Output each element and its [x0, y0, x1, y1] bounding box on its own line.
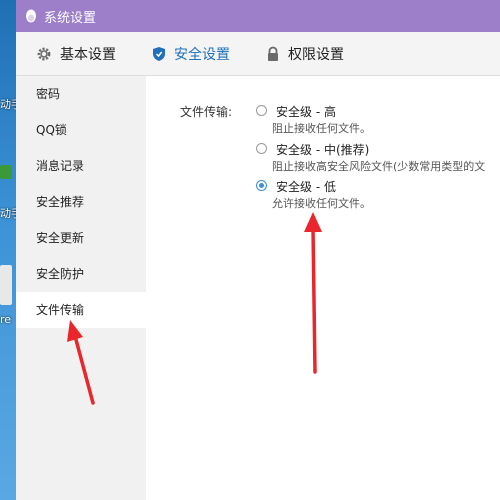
tab-permission-settings[interactable]: 权限设置 [266, 44, 344, 64]
shield-icon [153, 46, 165, 61]
tab-basic-settings[interactable]: 基本设置 [36, 44, 116, 64]
tab-security-settings[interactable]: 安全设置 [152, 44, 230, 64]
top-navigation: 基本设置 安全设置 权限设置 [16, 32, 500, 76]
option-description: 阻止接收任何文件。 [272, 122, 371, 135]
title-bar[interactable]: 系统设置 [16, 0, 500, 32]
file-transfer-panel: 文件传输: 安全级 - 高 阻止接收任何文件。 安全级 - 中(推荐) 阻止接收… [146, 76, 500, 500]
radio-security-medium[interactable] [256, 143, 267, 154]
option-description: 允许接收任何文件。 [272, 197, 371, 210]
desktop-app-icon[interactable] [0, 165, 12, 179]
option-title: 安全级 - 中(推荐) [276, 143, 370, 157]
option-title: 安全级 - 高 [276, 105, 336, 119]
radio-security-low[interactable] [256, 180, 267, 191]
radio-security-high[interactable] [256, 105, 267, 116]
option-title: 安全级 - 低 [276, 180, 336, 194]
window-title: 系统设置 [44, 10, 97, 26]
file-transfer-label: 文件传输: [180, 105, 233, 119]
qq-penguin-icon [26, 9, 36, 23]
sidebar-item-message-history[interactable]: 消息记录 [16, 148, 146, 184]
desktop-app-icon[interactable] [0, 265, 12, 305]
tab-label: 安全设置 [174, 46, 230, 63]
desktop-icon-label: 动手 [0, 207, 16, 220]
sidebar-item-security-recommend[interactable]: 安全推荐 [16, 184, 146, 220]
desktop-icon-label: 动手 [0, 98, 16, 111]
sidebar-item-security-protection[interactable]: 安全防护 [16, 256, 146, 292]
sidebar-item-qq-lock[interactable]: QQ锁 [16, 112, 146, 148]
sidebar-item-file-transfer[interactable]: 文件传输 [16, 292, 146, 328]
sidebar-item-password[interactable]: 密码 [16, 76, 146, 112]
lock-icon [268, 46, 278, 61]
desktop-background: 动手 动手 re [0, 0, 16, 500]
settings-window: 系统设置 基本设置 安全设置 权限设置 密码 QQ锁 消息记录 安全推荐 安全更… [16, 0, 500, 500]
tab-label: 基本设置 [60, 46, 116, 63]
sidebar-item-security-update[interactable]: 安全更新 [16, 220, 146, 256]
tab-label: 权限设置 [288, 46, 344, 63]
option-description: 阻止接收高安全风险文件(少数常用类型的文 [272, 160, 486, 173]
gear-icon [37, 47, 51, 60]
desktop-icon-label: re [0, 313, 12, 326]
settings-sidebar: 密码 QQ锁 消息记录 安全推荐 安全更新 安全防护 文件传输 [16, 76, 146, 500]
